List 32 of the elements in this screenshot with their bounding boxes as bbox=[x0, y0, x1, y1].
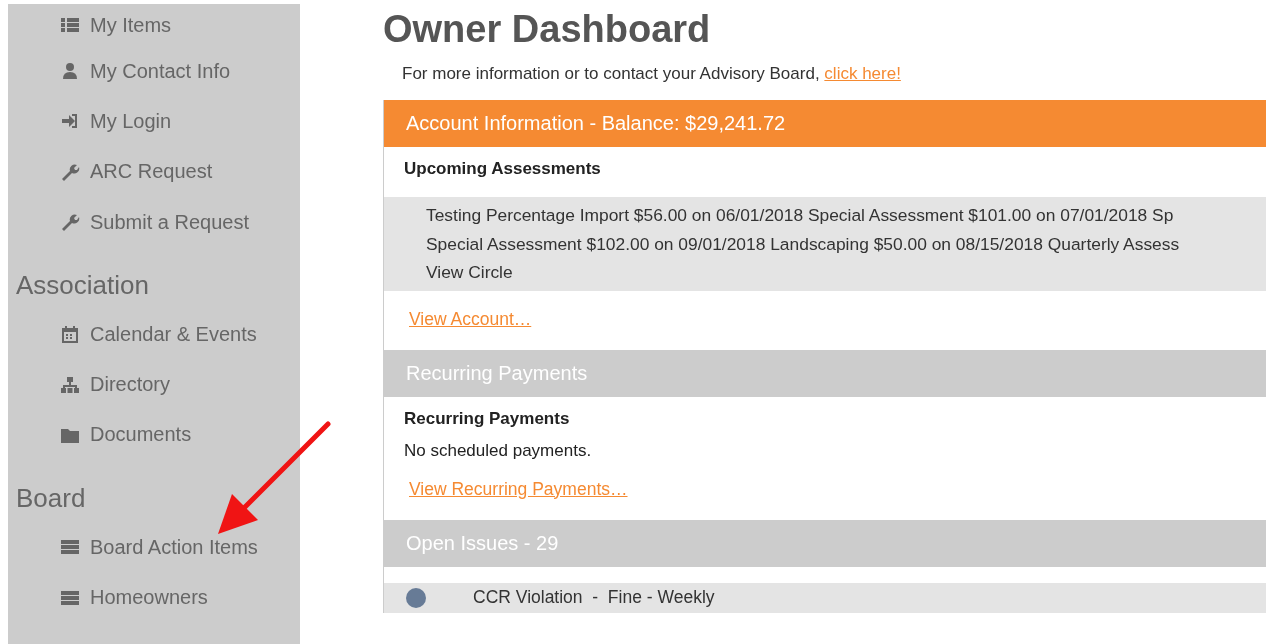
sidebar-item[interactable]: My Login bbox=[8, 96, 300, 147]
section-heading: Association bbox=[15, 269, 150, 303]
intro-text: For more information or to contact your Advisory Board, bbox=[402, 64, 820, 83]
panel-subheading: Recurring Payments bbox=[403, 407, 571, 430]
sidebar-item[interactable]: Calendar & Events bbox=[8, 309, 300, 360]
list-icon bbox=[60, 15, 80, 35]
assessment-text: Testing Percentage Import $56.00 on 06/01/2018 Special Assessment $101.00 on 07/01/2018 Sp bbox=[426, 204, 1175, 227]
panel-subheading: Upcoming Assessments bbox=[403, 158, 602, 180]
wrench-icon bbox=[60, 212, 80, 233]
section-heading: Board bbox=[15, 482, 87, 516]
sidebar-item[interactable]: ARC Request bbox=[8, 146, 300, 197]
sidebar-item[interactable]: Submit a Request bbox=[8, 196, 300, 248]
sidebar-item[interactable]: Homeowners bbox=[8, 572, 300, 623]
sidebar-item[interactable]: Directory bbox=[8, 359, 300, 410]
contact-link[interactable]: click here! bbox=[824, 64, 901, 83]
calendar-icon bbox=[60, 324, 80, 345]
sidebar-item[interactable]: My Items bbox=[8, 4, 300, 46]
panel-header: Account Information - Balance: $29,241.72 bbox=[384, 100, 1266, 147]
panel-text: No scheduled payments. bbox=[403, 440, 593, 461]
view-link[interactable]: View Account… bbox=[409, 308, 532, 329]
user-icon bbox=[60, 61, 80, 82]
page-title: Owner Dashboard bbox=[383, 8, 712, 50]
sidebar-item[interactable]: Board Action Items bbox=[8, 522, 300, 573]
sidebar-item[interactable]: My Contact Info bbox=[8, 46, 300, 97]
wrench-icon bbox=[60, 161, 80, 182]
view-link[interactable]: View Recurring Payments… bbox=[409, 478, 628, 499]
sidebar-item[interactable]: Documents bbox=[8, 409, 300, 461]
assessment-text: View Circle bbox=[426, 261, 514, 284]
sitemap-icon bbox=[60, 374, 80, 395]
assessment-text: Special Assessment $102.00 on 09/01/2018 Landscaping $50.00 on 08/15/2018 Quarterly Assess bbox=[426, 232, 1181, 256]
issue-text: CCR Violation - Fine - Weekly bbox=[473, 587, 715, 608]
issue-row[interactable]: CCR Violation - Fine - Weekly bbox=[384, 582, 1266, 613]
